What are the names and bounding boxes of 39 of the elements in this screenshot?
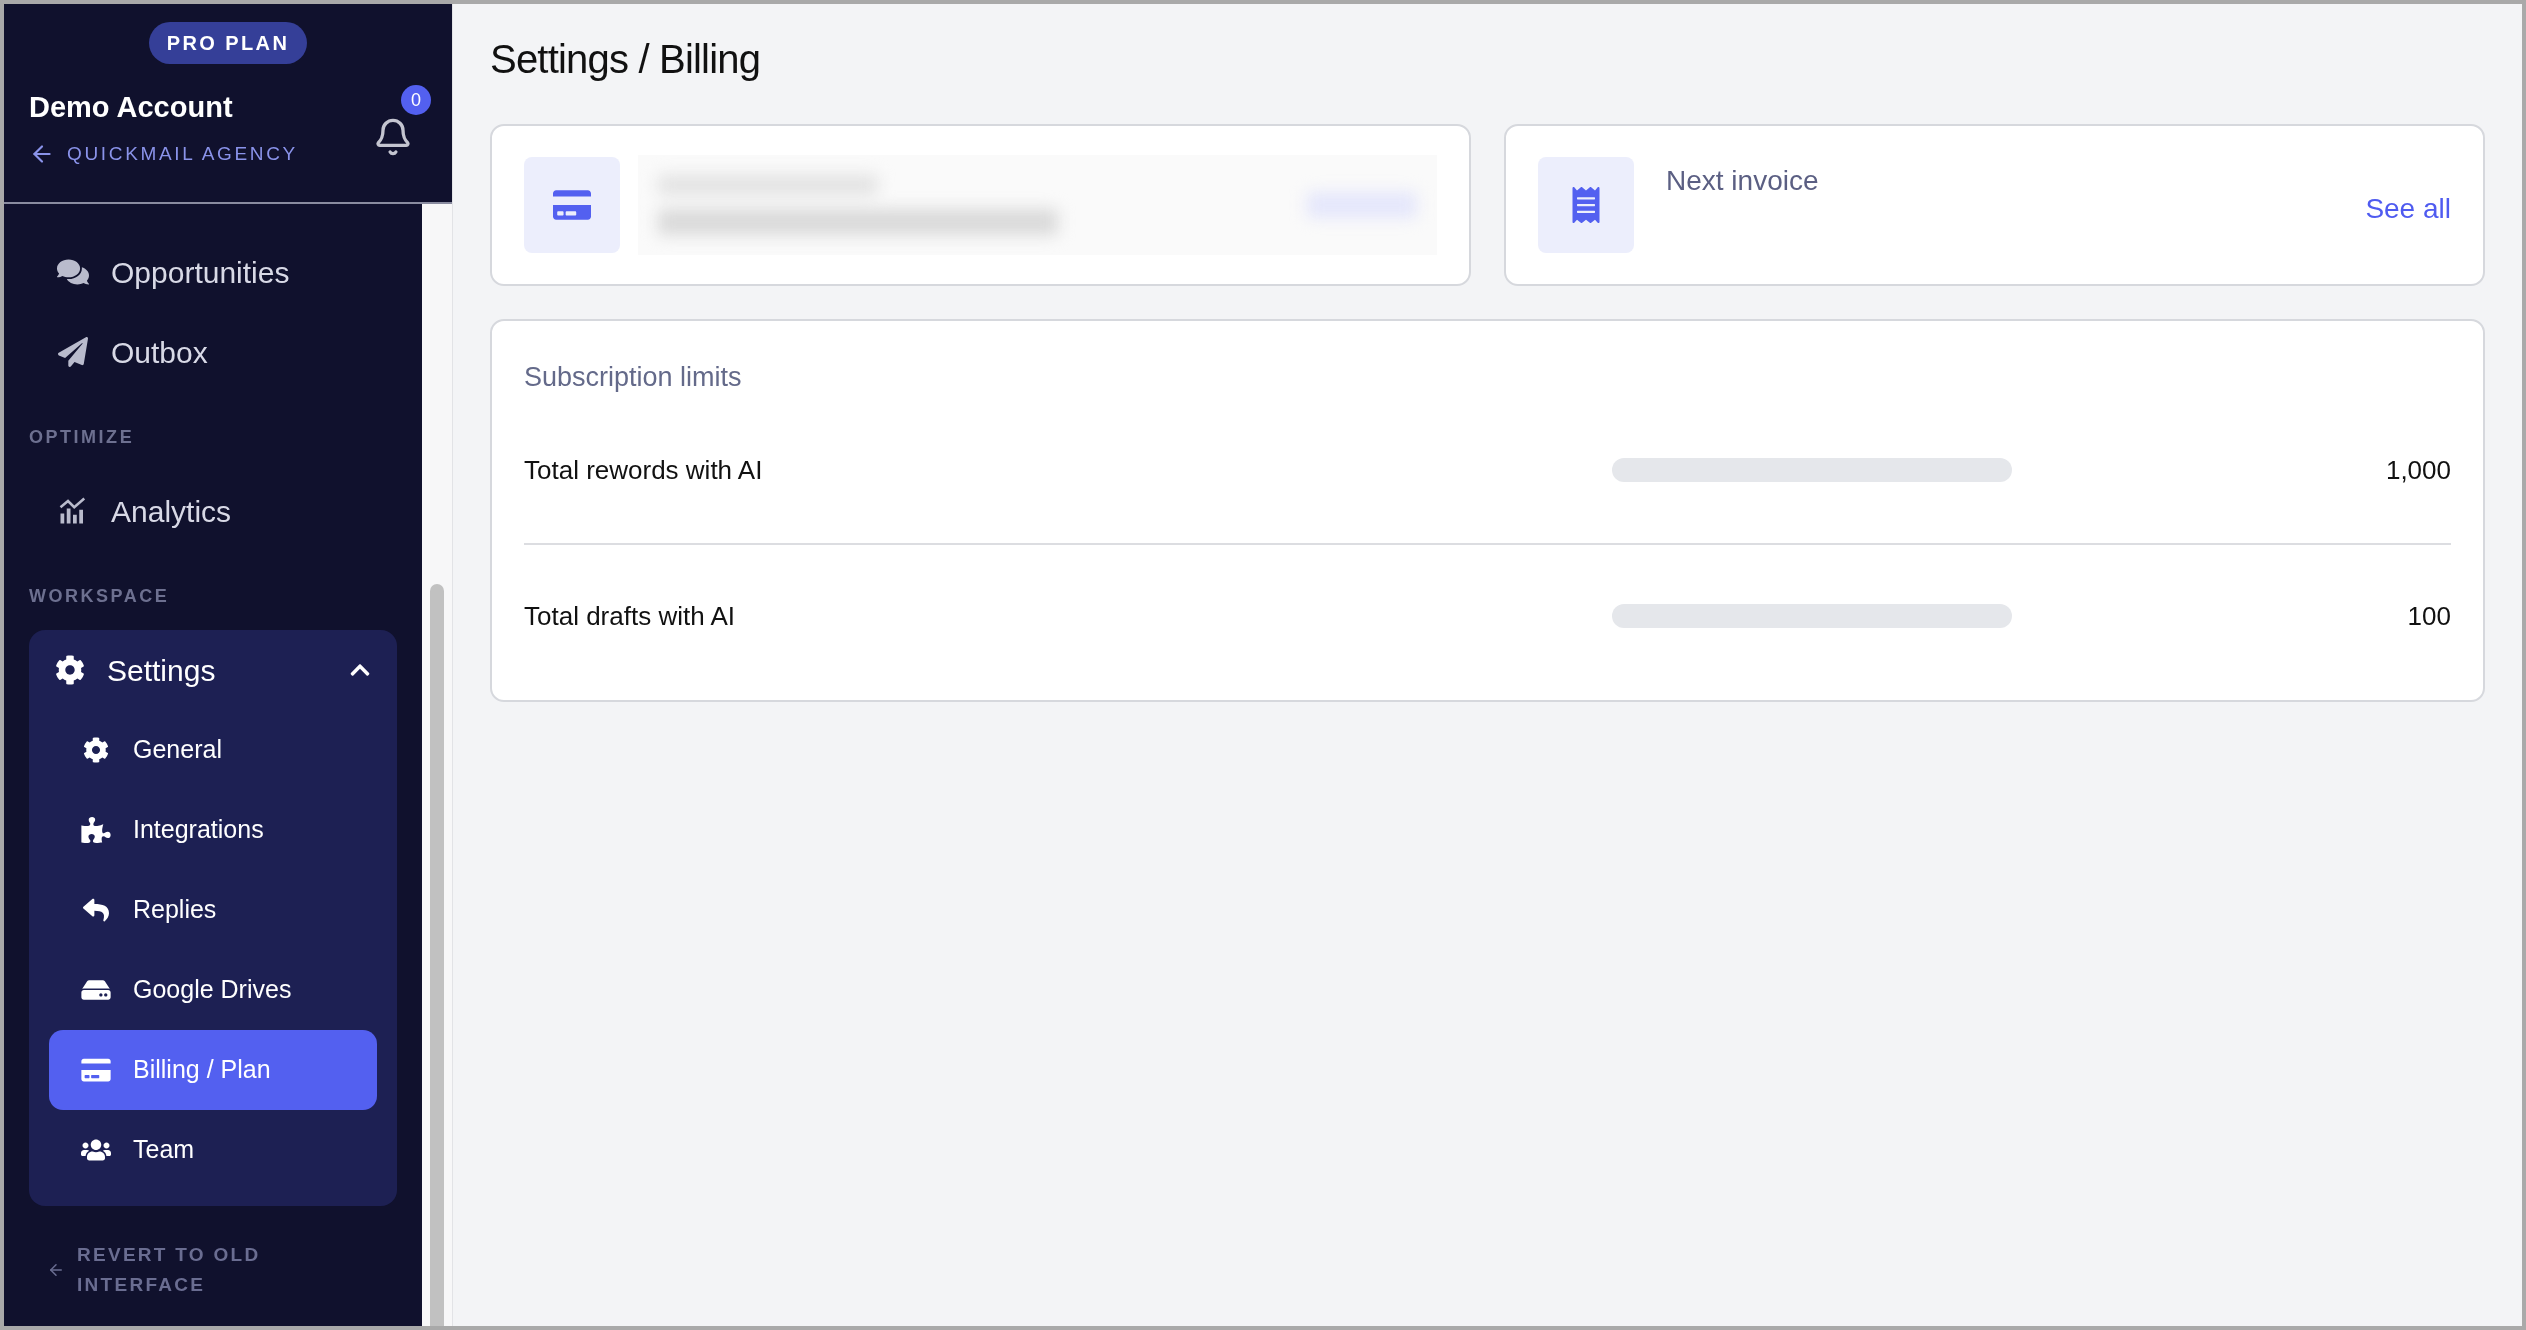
see-all-link[interactable]: See all (2365, 188, 2451, 230)
nav-item[interactable]: Settings (29, 630, 397, 710)
limit-label: Total rewords with AI (524, 453, 764, 487)
plan-badge: PRO PLAN (148, 22, 308, 64)
invoice-title: Next invoice (1666, 164, 1819, 198)
nav-subitem[interactable]: Integrations (49, 790, 377, 870)
card-title: Subscription limits (524, 361, 743, 394)
limit-value: 100 (2406, 599, 2451, 633)
nav-subitem[interactable]: Replies (49, 870, 377, 950)
nav-subitem[interactable]: Google Drives (49, 950, 377, 1030)
drive-icon (81, 977, 111, 1003)
nav-subitem[interactable]: General (49, 710, 377, 790)
credit-card-icon (553, 188, 591, 222)
page-title: Settings / Billing (490, 36, 762, 83)
notifications-button[interactable]: 0 (367, 85, 431, 157)
nav-item[interactable]: Opportunities (29, 232, 397, 312)
puzzle-icon (81, 817, 111, 843)
nav-item[interactable]: Outbox (29, 312, 397, 392)
revert-link[interactable]: REVERT TO OLD INTERFACE (47, 1240, 287, 1300)
scrollbar-thumb[interactable] (430, 584, 444, 1326)
nav-item[interactable]: Analytics (29, 471, 397, 551)
credit-card-icon (81, 1057, 111, 1083)
nav-subitem[interactable]: Billing / Plan (49, 1030, 377, 1110)
section-heading: WORKSPACE (29, 585, 171, 608)
section-heading: OPTIMIZE (29, 426, 136, 449)
nav-subitem[interactable]: Team (49, 1110, 377, 1190)
limit-value: 1,000 (2384, 453, 2451, 487)
settings-icon (81, 737, 111, 763)
users-icon (81, 1137, 111, 1163)
chat-icon (57, 257, 89, 287)
account-name: Demo Account (29, 90, 234, 125)
reply-icon (81, 897, 111, 923)
settings-icon (55, 655, 85, 685)
notification-count: 0 (401, 85, 431, 115)
bell-icon (373, 117, 413, 157)
receipt-icon (1571, 187, 1601, 223)
send-icon (57, 337, 89, 367)
limit-label: Total drafts with AI (524, 599, 736, 633)
agency-link[interactable]: QUICKMAIL AGENCY (29, 139, 298, 168)
